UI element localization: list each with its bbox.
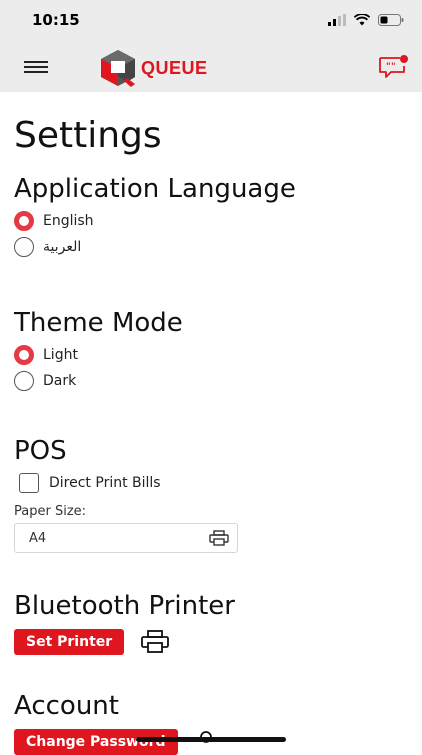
- language-option-label: English: [43, 213, 94, 229]
- queue-logo-icon: [101, 50, 135, 87]
- language-option-arabic[interactable]: العربية: [14, 234, 408, 260]
- page-title: Settings: [14, 115, 162, 156]
- status-icons: [328, 14, 404, 26]
- pos-section-title: POS: [14, 436, 67, 466]
- radio-unselected-icon[interactable]: [14, 237, 34, 257]
- status-time: 10:15: [32, 11, 80, 29]
- printer-icon: [209, 530, 229, 546]
- language-option-english[interactable]: English: [14, 208, 408, 234]
- home-indicator: [136, 737, 286, 742]
- app-logo: QUEUE: [97, 48, 208, 88]
- user-icon[interactable]: [196, 730, 216, 754]
- direct-print-checkbox[interactable]: [19, 473, 39, 493]
- radio-selected-icon[interactable]: [14, 345, 34, 365]
- bluetooth-printer-icon[interactable]: [140, 630, 170, 654]
- direct-print-bills-option[interactable]: Direct Print Bills: [19, 470, 408, 496]
- chat-notification-icon[interactable]: " ": [378, 54, 408, 80]
- theme-option-label: Dark: [43, 373, 77, 389]
- language-section-title: Application Language: [14, 174, 296, 204]
- brand-name: QUEUE: [141, 57, 208, 78]
- menu-icon[interactable]: [24, 58, 48, 78]
- svg-text:": ": [386, 62, 391, 72]
- battery-icon: [378, 14, 404, 26]
- paper-size-label: Paper Size:: [14, 504, 87, 519]
- set-printer-button[interactable]: Set Printer: [14, 629, 125, 655]
- status-bar: 10:15: [0, 0, 422, 44]
- change-password-button[interactable]: Change Password: [14, 729, 178, 755]
- theme-option-dark[interactable]: Dark: [14, 368, 408, 394]
- settings-content: Settings Application Language English ال…: [14, 92, 408, 755]
- account-section-title: Account: [14, 691, 119, 721]
- signal-icon: [328, 14, 346, 26]
- paper-size-value: A4: [29, 530, 47, 546]
- paper-size-select[interactable]: A4: [14, 523, 238, 553]
- radio-selected-icon[interactable]: [14, 211, 34, 231]
- radio-unselected-icon[interactable]: [14, 371, 34, 391]
- theme-option-label: Light: [43, 347, 78, 363]
- bluetooth-section-title: Bluetooth Printer: [14, 591, 235, 621]
- theme-section-title: Theme Mode: [14, 308, 183, 338]
- svg-text:": ": [391, 62, 396, 72]
- direct-print-label: Direct Print Bills: [49, 475, 161, 491]
- theme-option-light[interactable]: Light: [14, 342, 408, 368]
- wifi-icon: [354, 14, 370, 26]
- app-bar: QUEUE " ": [0, 44, 422, 92]
- language-option-label: العربية: [43, 239, 82, 255]
